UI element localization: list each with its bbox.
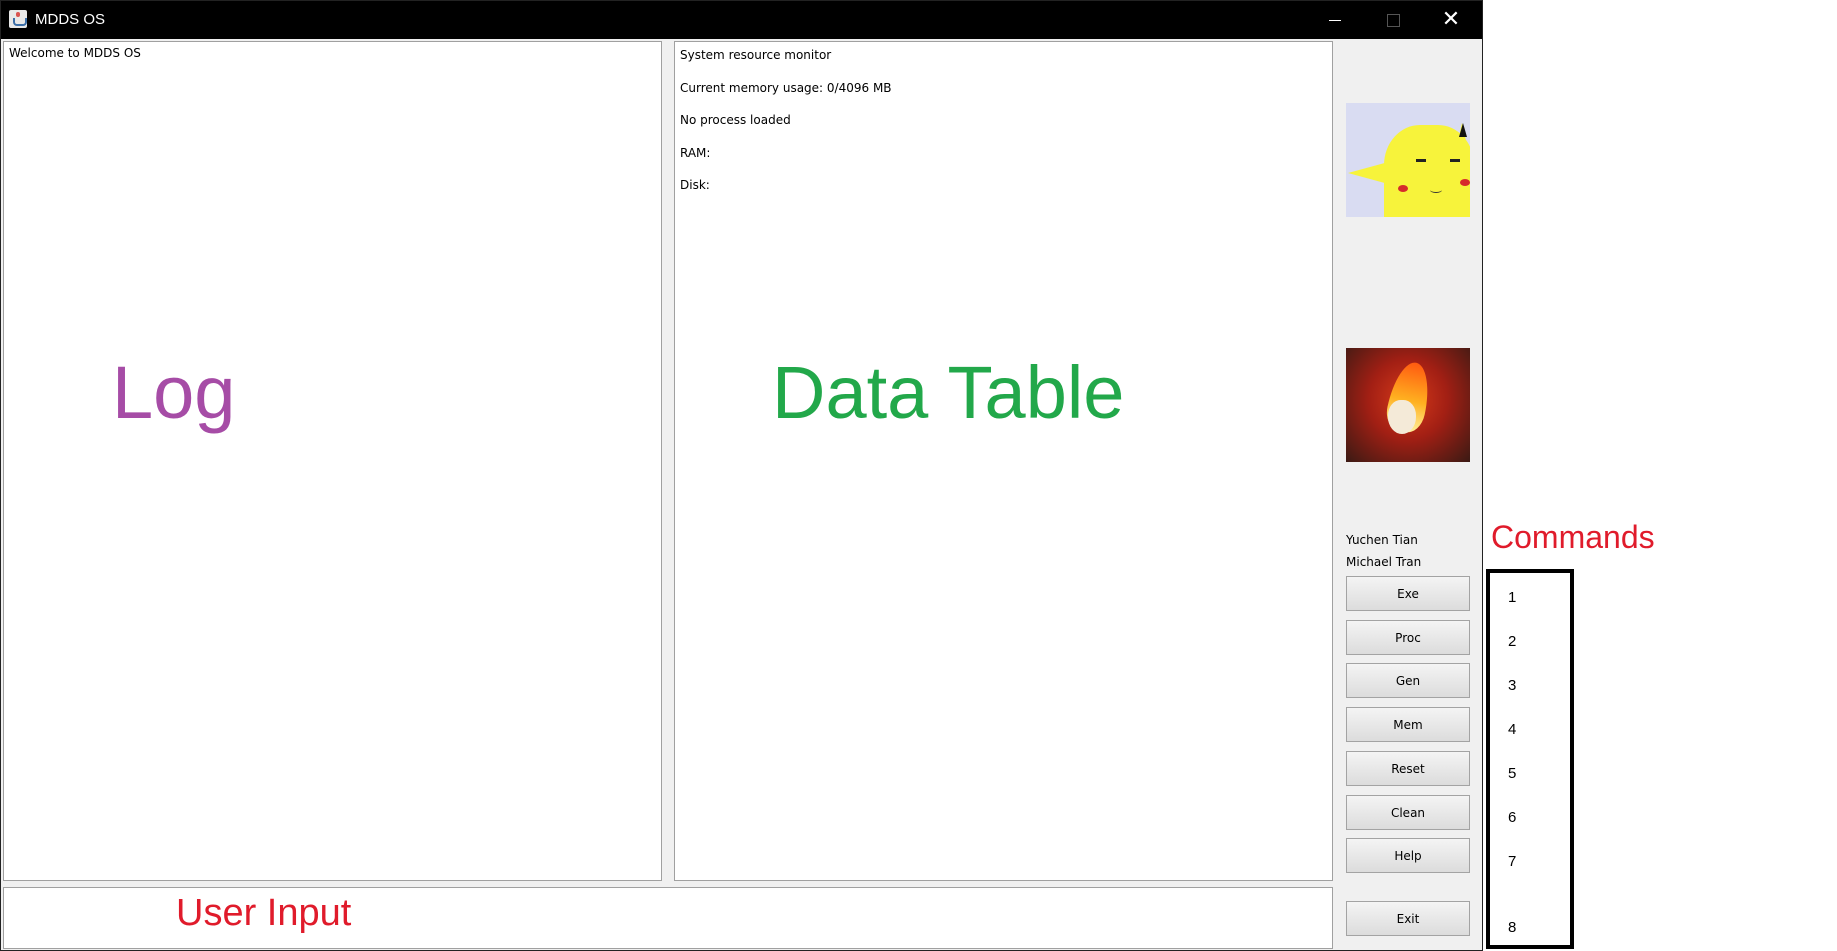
data-line-memory: Current memory usage: 0/4096 MB xyxy=(680,80,892,95)
app-window: MDDS OS ✕ Welcome to MDDS OS System reso… xyxy=(0,0,1483,951)
window-title: MDDS OS xyxy=(35,11,106,28)
help-button[interactable]: Help xyxy=(1346,838,1470,873)
java-cup-icon xyxy=(9,10,27,28)
mem-button[interactable]: Mem xyxy=(1346,707,1470,742)
gen-button[interactable]: Gen xyxy=(1346,663,1470,698)
commands-annotation-box: 1 2 3 4 5 6 7 8 xyxy=(1486,569,1574,949)
commands-annotation-label: Commands xyxy=(1491,519,1655,555)
exit-button[interactable]: Exit xyxy=(1346,901,1470,936)
credit-name: Yuchen Tian xyxy=(1346,533,1418,547)
command-number: 1 xyxy=(1508,589,1517,606)
data-line-disk: Disk: xyxy=(680,178,710,192)
close-button[interactable]: ✕ xyxy=(1422,1,1480,39)
command-number: 4 xyxy=(1508,721,1517,738)
proc-button[interactable]: Proc xyxy=(1346,620,1470,655)
minimize-icon xyxy=(1329,19,1341,21)
maximize-icon xyxy=(1386,13,1400,27)
title-bar[interactable]: MDDS OS ✕ xyxy=(1,1,1482,39)
fire-character-image xyxy=(1346,348,1470,462)
maximize-button[interactable] xyxy=(1364,1,1422,39)
exe-button[interactable]: Exe xyxy=(1346,576,1470,611)
log-annotation-label: Log xyxy=(112,351,236,434)
command-number: 7 xyxy=(1508,853,1517,870)
command-number: 6 xyxy=(1508,809,1517,826)
log-text: Welcome to MDDS OS xyxy=(9,46,141,60)
minimize-button[interactable] xyxy=(1306,1,1364,39)
data-line-process: No process loaded xyxy=(680,113,791,127)
data-table-panel[interactable]: System resource monitor Current memory u… xyxy=(674,41,1333,881)
clean-button[interactable]: Clean xyxy=(1346,795,1470,830)
credit-name: Michael Tran xyxy=(1346,555,1422,569)
log-panel[interactable]: Welcome to MDDS OS xyxy=(3,41,662,881)
command-number: 2 xyxy=(1508,633,1517,650)
pikachu-image xyxy=(1346,103,1470,217)
command-number: 3 xyxy=(1508,677,1517,694)
command-number: 8 xyxy=(1508,919,1517,936)
close-icon: ✕ xyxy=(1441,7,1461,32)
data-line-ram: RAM: xyxy=(680,145,711,160)
reset-button[interactable]: Reset xyxy=(1346,751,1470,786)
data-line-title: System resource monitor xyxy=(680,48,832,62)
user-input-annotation-label: User Input xyxy=(176,892,352,934)
command-number: 5 xyxy=(1508,765,1517,782)
data-table-annotation-label: Data Table xyxy=(772,351,1125,434)
